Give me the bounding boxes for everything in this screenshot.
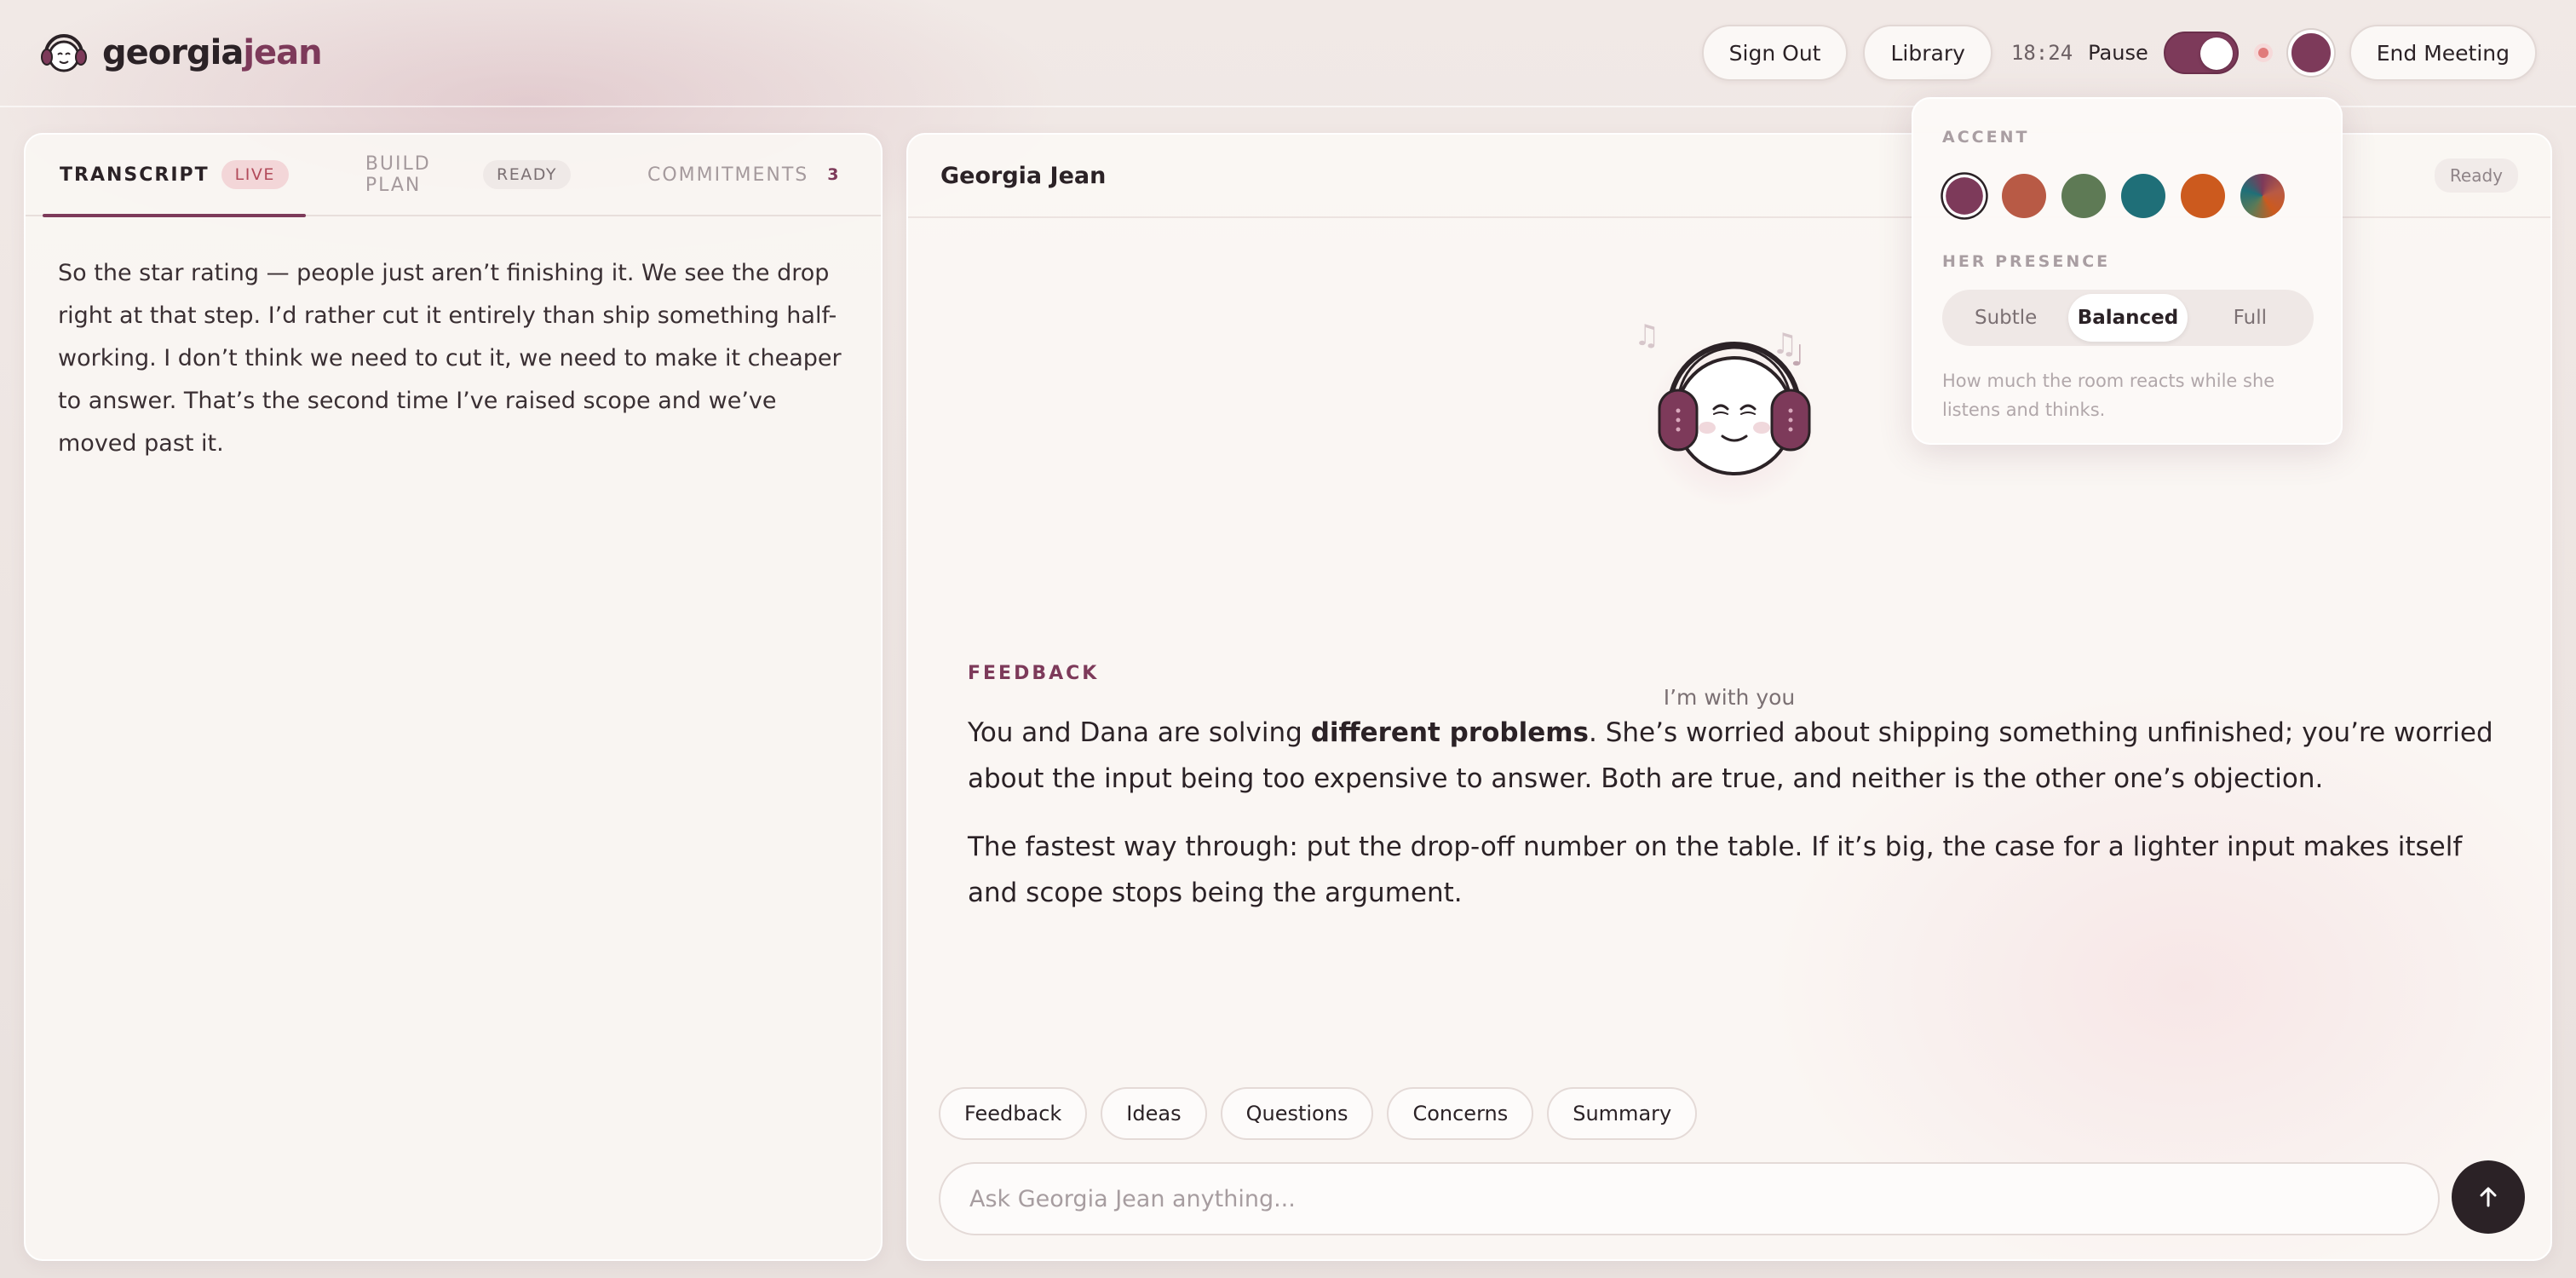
brand-name-prefix: georgia: [102, 33, 244, 72]
feedback-section: FEEDBACK You and Dana are solving differ…: [968, 663, 2501, 938]
top-bar: georgiajean Sign Out Library 18:24 Pause…: [0, 0, 2576, 107]
tab-build-plan[interactable]: BUILD PLAN READY: [348, 135, 588, 216]
tab-label: TRANSCRIPT: [60, 164, 210, 186]
presence-balanced[interactable]: Balanced: [2068, 294, 2188, 342]
brand-name: georgiajean: [102, 33, 323, 72]
library-button[interactable]: Library: [1863, 25, 1992, 81]
toggle-knob: [2199, 37, 2233, 70]
pause-label: Pause: [2088, 41, 2148, 65]
ready-badge: READY: [483, 160, 571, 189]
transcript-text: So the star rating — people just aren’t …: [58, 260, 842, 457]
meeting-timer: 18:24: [2010, 41, 2073, 65]
ask-input[interactable]: Ask Georgia Jean anything...: [939, 1162, 2440, 1235]
sign-out-button[interactable]: Sign Out: [1701, 25, 1849, 81]
feedback-text: You and Dana are solving: [968, 717, 1311, 748]
live-badge: LIVE: [221, 160, 289, 189]
presence-hint: How much the room reacts while she liste…: [1942, 371, 2275, 420]
accent-label: ACCENT: [1942, 128, 2030, 147]
logo-icon: [41, 34, 87, 72]
swatch-terracotta[interactable]: [2002, 174, 2046, 218]
tab-transcript[interactable]: TRANSCRIPT LIVE: [43, 135, 306, 217]
feedback-paragraph: The fastest way through: put the drop-of…: [968, 832, 2463, 908]
send-button[interactable]: [2452, 1160, 2525, 1234]
tab-label: BUILD PLAN: [365, 153, 431, 196]
chip-ideas[interactable]: Ideas: [1101, 1087, 1207, 1140]
presence-subtle[interactable]: Subtle: [1946, 294, 2065, 342]
accent-color-button[interactable]: [2287, 30, 2334, 76]
presence-selector: Subtle Balanced Full: [1942, 290, 2314, 346]
swatch-teal[interactable]: [2121, 174, 2165, 218]
count-badge: 3: [827, 165, 840, 184]
chip-concerns[interactable]: Concerns: [1387, 1087, 1534, 1140]
transcript-panel: TRANSCRIPT LIVE BUILD PLAN READY COMMITM…: [24, 133, 883, 1261]
chip-questions[interactable]: Questions: [1220, 1087, 1374, 1140]
swatch-green[interactable]: [2061, 174, 2106, 218]
presence-full[interactable]: Full: [2191, 294, 2309, 342]
agent-name: Georgia Jean: [940, 162, 1107, 189]
chip-summary[interactable]: Summary: [1547, 1087, 1698, 1140]
appearance-popover: ACCENT HER PRESENCE Subtle Balanced Full…: [1912, 97, 2343, 445]
header-controls: Sign Out Library 18:24 Pause End Meeting: [1701, 25, 2537, 81]
swatch-plum[interactable]: [1946, 177, 1983, 215]
pause-toggle[interactable]: [2163, 32, 2239, 74]
swatch-orange[interactable]: [2181, 174, 2225, 218]
tab-label: COMMITMENTS: [647, 164, 809, 186]
panel-tabs: TRANSCRIPT LIVE BUILD PLAN READY COMMITM…: [26, 135, 881, 217]
swatch-multicolor[interactable]: [2240, 174, 2285, 218]
tab-commitments[interactable]: COMMITMENTS 3: [630, 135, 864, 216]
end-meeting-button[interactable]: End Meeting: [2349, 25, 2537, 81]
status-badge: Ready: [2434, 158, 2518, 193]
recording-dot-icon: [2253, 43, 2273, 62]
chip-feedback[interactable]: Feedback: [939, 1087, 1088, 1140]
feedback-emphasis: different problems: [1310, 717, 1590, 748]
avatar-headphones-icon: [1658, 342, 1811, 475]
brand[interactable]: georgiajean: [39, 28, 323, 78]
brand-name-suffix: jean: [243, 33, 322, 72]
feedback-paragraph: You and Dana are solving different probl…: [968, 710, 2501, 802]
quick-actions: Feedback Ideas Questions Concerns Summar…: [939, 1087, 1698, 1140]
section-label: FEEDBACK: [968, 663, 1100, 684]
presence-label: HER PRESENCE: [1942, 252, 2111, 271]
arrow-up-icon: [2480, 1187, 2497, 1207]
accent-swatches: [1942, 174, 2312, 218]
